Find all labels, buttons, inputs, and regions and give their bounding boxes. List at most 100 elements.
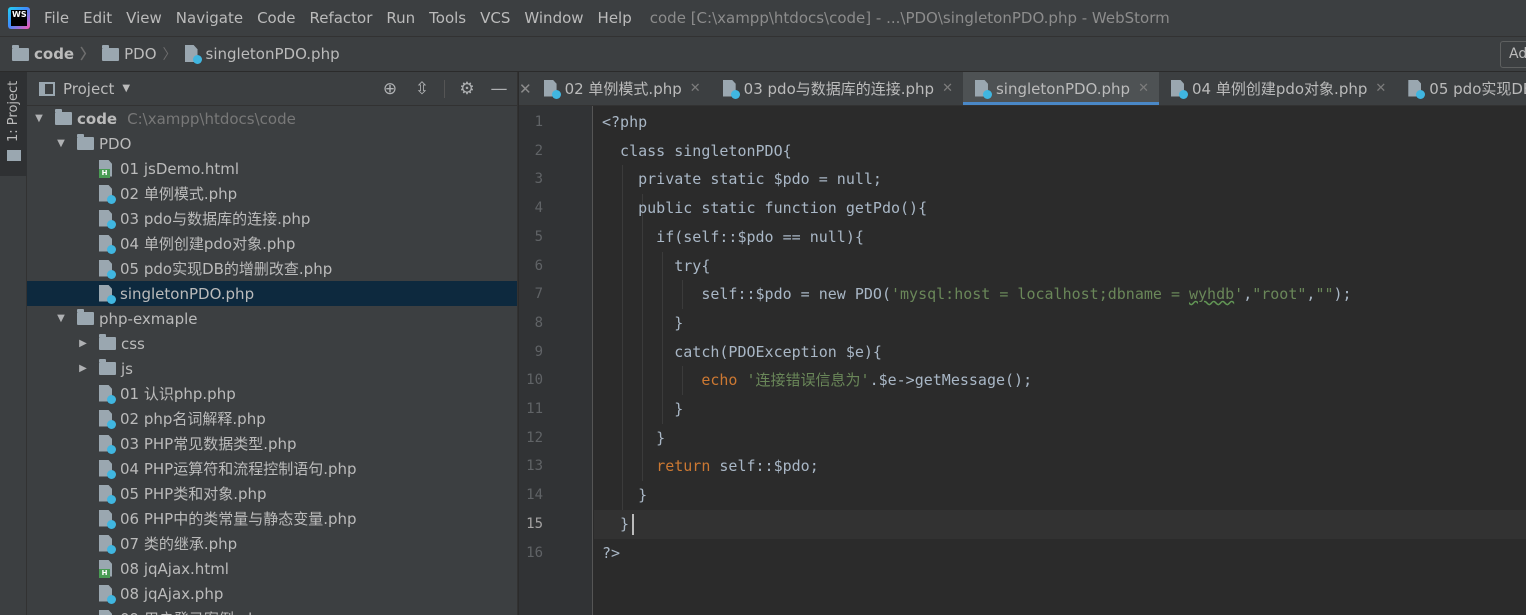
expand-arrow-icon[interactable]: ▼ [55,138,67,149]
line-number: 14 [526,487,543,504]
close-tab-icon[interactable]: ✕ [1375,81,1386,96]
code-token: wyhdb [1189,285,1235,304]
editor-tab[interactable]: 02 单例模式.php ✕ [532,72,711,105]
tree-file[interactable]: singletonPDO.php [27,281,517,306]
tree-folder[interactable]: ▼ PDO [27,131,517,156]
php-file-icon [99,259,116,279]
collapse-all-icon[interactable]: ⇳ [412,79,432,99]
tree-file[interactable]: 02 php名词解释.php [27,406,517,431]
line-number: 12 [526,429,543,446]
html-file-icon: H [99,559,114,578]
tree-file[interactable]: 04 PHP运算符和流程控制语句.php [27,456,517,481]
line-number: 2 [534,142,543,159]
tree-file[interactable]: 03 pdo与数据库的连接.php [27,206,517,231]
code-line: public static function getPdo(){ [602,194,927,223]
menu-run[interactable]: Run [386,9,415,27]
tree-file[interactable]: 05 pdo实现DB的增删改查.php [27,256,517,281]
menu-navigate[interactable]: Navigate [176,9,243,27]
line-number: 11 [526,401,543,417]
tree-item-label: PDO [99,134,132,153]
php-file-icon [184,45,202,64]
menu-vcs[interactable]: VCS [480,9,510,27]
folder-icon [102,44,120,61]
folder-icon [55,109,72,125]
tree-file[interactable]: 05 PHP类和对象.php [27,481,517,506]
tree-item-label: 02 单例模式.php [120,185,238,203]
tree-root[interactable]: ▼ code C:\xampp\htdocs\code [27,106,517,131]
hide-panel-icon[interactable]: — [489,79,509,99]
menu-file[interactable]: File [44,9,69,27]
tree-item-label: 07 类的继承.php [120,535,238,553]
menu-help[interactable]: Help [598,9,632,27]
tree-item-label: 06 PHP中的类常量与静态变量.php [120,510,357,528]
expand-arrow-icon[interactable]: ▼ [55,313,67,324]
close-tabs-icon[interactable]: ✕ [519,72,532,105]
code-token: self::$pdo; [710,457,819,476]
collapsed-arrow-icon[interactable]: ▶ [77,363,89,374]
close-tab-icon[interactable]: ✕ [690,81,701,96]
tree-file[interactable]: 04 单例创建pdo对象.php [27,231,517,256]
code-editor[interactable]: 1 2 3 4 5 6 7 8 9 10 11 12 13 14 15 16 <?php class sing… [519,106,1526,615]
php-file-icon [99,384,116,404]
php-file-icon [99,234,116,254]
php-file-icon [99,484,116,504]
breadcrumb-code[interactable]: code 〉 [12,44,94,64]
tree-item-label: css [121,334,145,353]
code-token: "" [1315,285,1334,304]
tree-file[interactable]: 06 PHP中的类常量与静态变量.php [27,506,517,531]
tree-file[interactable]: 02 单例模式.php [27,181,517,206]
tree-folder[interactable]: ▶ css [27,331,517,356]
folder-icon [99,334,116,350]
editor-tab[interactable]: 05 pdo实现DB的增删改查.php [1396,72,1526,105]
code-line: catch(PDOException $e){ [602,338,882,367]
close-tab-icon[interactable]: ✕ [942,81,953,96]
project-tool-label: 1: Project [6,80,21,142]
php-file-icon [543,79,561,99]
project-tool-tab[interactable]: 1: Project [0,72,27,176]
project-view-selector[interactable]: Project [63,80,114,98]
gear-icon[interactable]: ⚙ [457,79,477,99]
tree-item-label: 04 单例创建pdo对象.php [120,235,296,253]
editor-tab[interactable]: 04 单例创建pdo对象.php ✕ [1159,72,1396,105]
dropdown-arrow-icon[interactable]: ▼ [122,83,130,94]
window-title: code [C:\xampp\htdocs\code] - ...\PDO\si… [649,9,1170,27]
expand-arrow-icon[interactable]: ▼ [33,113,45,124]
breadcrumb-pdo[interactable]: PDO 〉 [102,44,177,64]
menu-refactor[interactable]: Refactor [309,9,372,27]
tree-folder[interactable]: ▶ js [27,356,517,381]
locate-file-icon[interactable]: ⊕ [380,79,400,99]
tree-file[interactable]: 08 jqAjax.php [27,581,517,606]
menu-edit[interactable]: Edit [83,9,112,27]
menu-tools[interactable]: Tools [429,9,466,27]
editor-tab-label: singletonPDO.php [995,79,1131,98]
editor-tab[interactable]: 03 pdo与数据库的连接.php ✕ [711,72,963,105]
tree-file[interactable]: 03 PHP常见数据类型.php [27,431,517,456]
tree-file[interactable]: H 01 jsDemo.html [27,156,517,181]
php-file-icon [99,184,116,204]
menu-view[interactable]: View [126,9,162,27]
menu-code[interactable]: Code [257,9,295,27]
editor-tab[interactable]: singletonPDO.php ✕ [962,72,1159,105]
php-file-icon [974,79,992,99]
tree-file[interactable]: 07 类的继承.php [27,531,517,556]
code-line: } [602,395,683,424]
collapsed-arrow-icon[interactable]: ▶ [77,338,89,349]
menu-window[interactable]: Window [524,9,583,27]
close-tab-icon[interactable]: ✕ [1138,81,1149,96]
code-line: class singletonPDO{ [602,137,792,166]
tree-file[interactable]: H 08 jqAjax.html [27,556,517,581]
breadcrumb-file[interactable]: singletonPDO.php [184,45,340,64]
add-configuration-button[interactable]: Ad [1500,41,1526,68]
code-token: 'mysql:host = localhost;dbname = [890,285,1189,304]
code-line: ?> [602,539,620,568]
code-area[interactable]: <?php class singletonPDO{ private static… [594,106,1526,615]
tree-file[interactable]: 01 认识php.php [27,381,517,406]
chevron-right-icon: 〉 [162,47,177,63]
tree-folder[interactable]: ▼ php-exmaple [27,306,517,331]
line-number: 9 [534,343,543,360]
code-line: } [602,424,665,453]
tree-file[interactable]: 09 用户登录案例.php [27,606,517,615]
editor-tab-bar: ✕ 02 单例模式.php ✕ 03 pdo与数据库的连接.php ✕ singleto… [519,72,1526,106]
tree-root-path: C:\xampp\htdocs\code [127,109,296,128]
